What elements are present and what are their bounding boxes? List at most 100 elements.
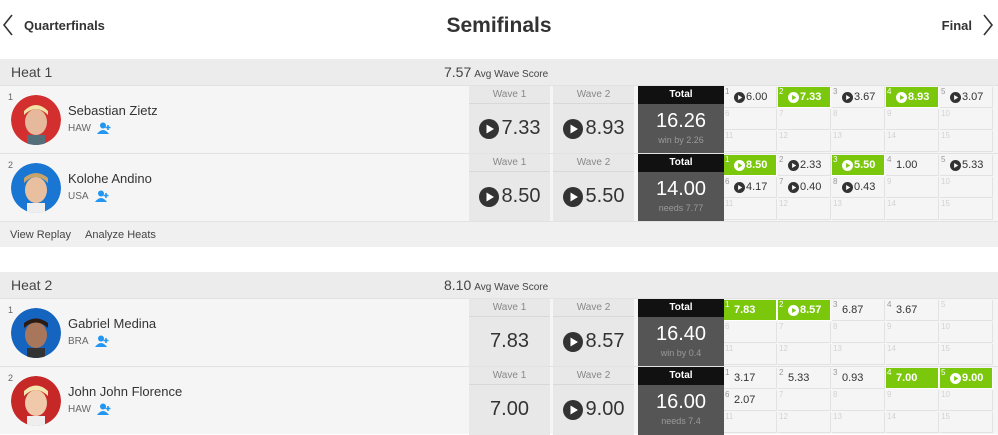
wave-score-cell[interactable]: 6 2.07 [724,390,777,411]
play-icon[interactable] [788,159,799,171]
next-round-link[interactable]: Final [942,14,994,36]
empty-wave-cell: 9 [886,109,939,130]
wave-2-value: 8.93 [585,117,625,139]
play-icon[interactable] [788,91,799,103]
wave-score-cell[interactable]: 2 5.33 [778,368,831,389]
avg-wave-score-label: Avg Wave Score [474,282,549,293]
wave-1-score[interactable]: 8.50 [469,172,550,221]
follow-user-icon[interactable] [96,403,111,415]
wave-2-score[interactable]: 5.50 [553,172,634,221]
play-icon[interactable] [950,91,961,103]
wave-score-cell[interactable]: 3 5.50 [832,155,885,176]
play-icon[interactable] [788,181,799,193]
surfer-name[interactable]: John John Florence [68,384,182,399]
wave-number: 15 [941,131,950,140]
surfer-avatar[interactable] [11,376,61,426]
wave-score-cell[interactable]: 8 0.43 [832,177,885,198]
surfer-country: BRA [68,335,109,347]
wave-score-cell[interactable]: 2 7.33 [778,87,831,108]
wave-number: 14 [887,344,896,353]
wave-number: 7 [779,177,784,186]
follow-user-icon[interactable] [96,122,111,134]
surfer-name[interactable]: Kolohe Andino [68,171,152,186]
wave-score: 2.07 [734,394,755,406]
surfer-country: HAW [68,403,111,415]
play-icon[interactable] [842,159,853,171]
surfer-avatar[interactable] [11,308,61,358]
play-icon[interactable] [842,91,853,103]
empty-wave-cell: 9 [886,177,939,198]
play-icon[interactable] [478,186,499,207]
wave-1-score[interactable]: 7.00 [469,385,550,434]
wave-score-cell[interactable]: 2 8.57 [778,300,831,321]
wave-score-cell[interactable]: 5 5.33 [940,155,993,176]
play-icon[interactable] [896,91,907,103]
total-header: Total [638,86,724,104]
wave-score-cell[interactable]: 4 7.00 [886,368,939,389]
empty-wave-cell: 14 [886,412,939,433]
surfer-row: 2 John John Florence HAW Wave 1 7.00 Wav… [0,366,998,435]
empty-wave-cell: 7 [778,109,831,130]
wave-1-score[interactable]: 7.33 [469,104,550,153]
wave-score-cell[interactable]: 3 3.67 [832,87,885,108]
surfer-avatar[interactable] [11,163,61,213]
wave-score-cell[interactable]: 4 8.93 [886,87,939,108]
play-icon[interactable] [788,304,799,316]
wave-score: 6.00 [734,91,767,103]
wave-2-header: Wave 2 [553,367,634,385]
play-icon[interactable] [842,181,853,193]
surfer-name[interactable]: Gabriel Medina [68,316,156,331]
play-icon[interactable] [734,159,745,171]
wave-2-score[interactable]: 9.00 [553,385,634,434]
wave-score-cell[interactable]: 5 3.07 [940,87,993,108]
wave-score-cell[interactable]: 1 3.17 [724,368,777,389]
wave-score-cell[interactable]: 2 2.33 [778,155,831,176]
wave-score-value: 3.67 [896,304,918,316]
wave-score-cell[interactable]: 1 7.83 [724,300,777,321]
play-icon[interactable] [734,91,745,103]
wave-2-score[interactable]: 8.93 [553,104,634,153]
total-score: 16.40 [655,323,707,345]
wave-score-cell[interactable]: 5 9.00 [940,368,993,389]
wave-score-cell[interactable]: 3 6.87 [832,300,885,321]
play-icon[interactable] [562,118,583,139]
follow-user-icon[interactable] [94,335,109,347]
surfer-avatar[interactable] [11,95,61,145]
surfer-name[interactable]: Sebastian Zietz [68,103,158,118]
wave-score-cell[interactable]: 4 3.67 [886,300,939,321]
play-icon[interactable] [562,399,583,420]
wave-score-value: 8.93 [908,91,930,103]
wave-number: 12 [779,199,788,208]
wave-number: 14 [887,131,896,140]
wave-number: 1 [725,368,730,377]
wave-score-cell[interactable]: 1 6.00 [724,87,777,108]
play-icon[interactable] [950,159,961,171]
play-icon[interactable] [478,118,499,139]
heat-card-2: Heat 2 8.10 Avg Wave Score 1 Gabriel Medi… [0,272,998,435]
play-icon[interactable] [562,186,583,207]
wave-number: 11 [725,131,734,140]
analyze-heats-link[interactable]: Analyze Heats [85,229,156,241]
wave-1-score[interactable]: 7.83 [469,317,550,366]
wave-score-cell[interactable]: 6 4.17 [724,177,777,198]
follow-user-icon[interactable] [94,190,109,202]
wave-number: 7 [779,390,784,399]
wave-score-cell[interactable]: 1 8.50 [724,155,777,176]
wave-number: 13 [833,199,842,208]
heat-title: Heat 2 [11,277,53,293]
wave-number: 9 [887,109,892,118]
avg-wave-score-label: Avg Wave Score [474,69,549,80]
wave-number: 4 [887,300,892,309]
wave-score-cell[interactable]: 7 0.40 [778,177,831,198]
play-icon[interactable] [950,372,961,384]
wave-score-cell[interactable]: 3 0.93 [832,368,885,389]
wave-score: 0.40 [788,181,821,193]
play-icon[interactable] [734,181,745,193]
play-icon[interactable] [562,331,583,352]
wave-score-cell[interactable]: 4 1.00 [886,155,939,176]
total-column: Total 16.40 win by 0.4 [638,299,724,367]
needs-score: needs 7.4 [661,416,701,426]
wave-2-score[interactable]: 8.57 [553,317,634,366]
view-replay-link[interactable]: View Replay [10,229,71,241]
empty-wave-cell: 15 [940,344,993,365]
